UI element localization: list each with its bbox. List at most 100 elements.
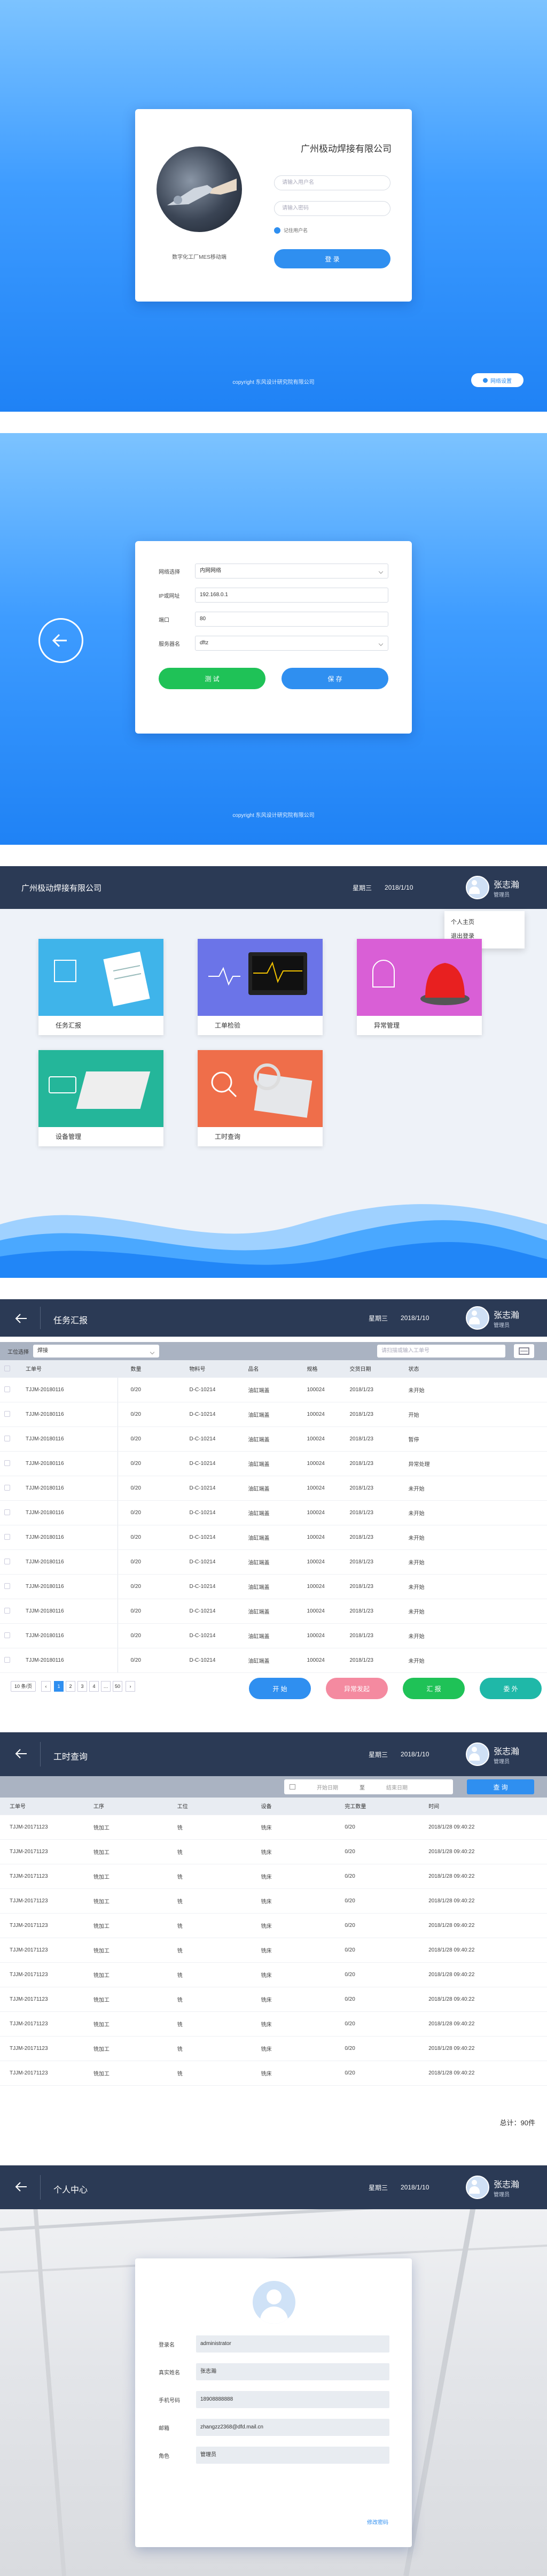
avatar[interactable] bbox=[466, 876, 489, 899]
page-button[interactable]: 50 bbox=[113, 1681, 122, 1692]
start-button[interactable]: 开 始 bbox=[249, 1678, 311, 1699]
outsource-button[interactable]: 委 外 bbox=[480, 1678, 542, 1699]
cell: 铣加工 bbox=[84, 1938, 168, 1962]
avatar[interactable] bbox=[466, 2176, 489, 2199]
row-checkbox[interactable] bbox=[4, 1436, 10, 1441]
remember-row[interactable]: 记住用户名 bbox=[274, 227, 308, 234]
cell: 100024 bbox=[303, 1377, 346, 1402]
cell: 油缸端盖 bbox=[244, 1476, 303, 1500]
table-row[interactable]: TJJM-20171123铣加工铣铣床0/202018/1/28 09:40:2… bbox=[0, 1962, 547, 1987]
user-info[interactable]: 张志瀚 管理员 bbox=[466, 876, 519, 899]
row-checkbox[interactable] bbox=[4, 1460, 10, 1466]
network-settings-button[interactable]: 网络设置 bbox=[471, 373, 523, 387]
table-row[interactable]: TJJM-201801160/20D-C-10214油缸端盖1000242018… bbox=[0, 1476, 547, 1500]
password-input[interactable]: 请输入密码 bbox=[274, 201, 390, 216]
page-button[interactable]: 2 bbox=[66, 1681, 75, 1692]
menu-profile[interactable]: 个人主页 bbox=[451, 915, 518, 929]
table-row[interactable]: TJJM-20171123铣加工铣铣床0/202018/1/28 09:40:2… bbox=[0, 1987, 547, 2011]
cell: 铣床 bbox=[252, 1839, 335, 1864]
cell: 100024 bbox=[303, 1599, 346, 1623]
scan-button[interactable] bbox=[514, 1344, 534, 1358]
table-row[interactable]: TJJM-20171123铣加工铣铣床0/202018/1/28 09:40:2… bbox=[0, 2011, 547, 2036]
prev-page-button[interactable]: ‹ bbox=[41, 1681, 51, 1692]
table-row[interactable]: TJJM-20171123铣加工铣铣床0/202018/1/28 09:40:2… bbox=[0, 1888, 547, 1913]
network-row-input[interactable]: dftz bbox=[195, 636, 388, 651]
table-row[interactable]: TJJM-201801160/20D-C-10214油缸端盖1000242018… bbox=[0, 1402, 547, 1426]
row-checkbox[interactable] bbox=[4, 1583, 10, 1589]
avatar[interactable] bbox=[466, 1306, 489, 1330]
user-info[interactable]: 张志瀚 管理员 bbox=[466, 1742, 519, 1766]
table-row[interactable]: TJJM-201801160/20D-C-10214油缸端盖1000242018… bbox=[0, 1377, 547, 1402]
table-row[interactable]: TJJM-201801160/20D-C-10214油缸端盖1000242018… bbox=[0, 1500, 547, 1525]
page-button[interactable]: 1 bbox=[54, 1681, 64, 1692]
user-info[interactable]: 张志瀚 管理员 bbox=[466, 2176, 519, 2199]
page-button[interactable]: 3 bbox=[77, 1681, 87, 1692]
network-row-input[interactable]: 内网网络 bbox=[195, 564, 388, 579]
table-row[interactable]: TJJM-201801160/20D-C-10214油缸端盖1000242018… bbox=[0, 1599, 547, 1623]
network-row-input[interactable]: 192.168.0.1 bbox=[195, 588, 388, 603]
back-button[interactable] bbox=[38, 618, 83, 663]
row-checkbox[interactable] bbox=[4, 1386, 10, 1392]
table-row[interactable]: TJJM-201801160/20D-C-10214油缸端盖1000242018… bbox=[0, 1623, 547, 1648]
row-checkbox[interactable] bbox=[4, 1657, 10, 1663]
table-row[interactable]: TJJM-20171123铣加工铣铣床0/202018/1/28 09:40:2… bbox=[0, 1913, 547, 1938]
username-input[interactable]: 请输入用户名 bbox=[274, 175, 390, 190]
equipment-tile[interactable]: 设备管理 bbox=[38, 1050, 163, 1146]
raise-exception-button[interactable]: 异常发起 bbox=[326, 1678, 388, 1699]
page-button[interactable]: … bbox=[101, 1681, 111, 1692]
row-checkbox[interactable] bbox=[4, 1534, 10, 1540]
table-row[interactable]: TJJM-20171123铣加工铣铣床0/202018/1/28 09:40:2… bbox=[0, 1864, 547, 1888]
table-row[interactable]: TJJM-20171123铣加工铣铣床0/202018/1/28 09:40:2… bbox=[0, 2036, 547, 2061]
table-row[interactable]: TJJM-201801160/20D-C-10214油缸端盖1000242018… bbox=[0, 1574, 547, 1599]
row-checkbox[interactable] bbox=[4, 1509, 10, 1515]
cell: 铣加工 bbox=[84, 2061, 168, 2085]
row-checkbox[interactable] bbox=[4, 1608, 10, 1614]
table-row[interactable]: TJJM-201801160/20D-C-10214油缸端盖1000242018… bbox=[0, 1525, 547, 1549]
test-button[interactable]: 测 试 bbox=[159, 668, 265, 689]
report-button[interactable]: 汇 报 bbox=[403, 1678, 465, 1699]
exception-tile[interactable]: 异常管理 bbox=[357, 939, 482, 1035]
table-row[interactable]: TJJM-20171123铣加工铣铣床0/202018/1/28 09:40:2… bbox=[0, 1839, 547, 1864]
page-size-select[interactable]: 10 条/页 bbox=[11, 1681, 36, 1692]
table-row[interactable]: TJJM-201801160/20D-C-10214油缸端盖1000242018… bbox=[0, 1648, 547, 1672]
order-inspection-tile[interactable]: 工单检验 bbox=[198, 939, 323, 1035]
cell: 2018/1/23 bbox=[346, 1500, 404, 1525]
table-row[interactable]: TJJM-20171123铣加工铣铣床0/202018/1/28 09:40:2… bbox=[0, 2061, 547, 2085]
save-button[interactable]: 保 存 bbox=[282, 668, 388, 689]
back-arrow-icon[interactable] bbox=[11, 1308, 32, 1329]
select-all-checkbox[interactable] bbox=[4, 1366, 10, 1371]
cell: 未开始 bbox=[404, 1623, 547, 1648]
row-checkbox[interactable] bbox=[4, 1632, 10, 1638]
table-row[interactable]: TJJM-20171123铣加工铣铣床0/202018/1/28 09:40:2… bbox=[0, 1938, 547, 1962]
user-info[interactable]: 张志瀚 管理员 bbox=[466, 1306, 519, 1330]
cell: 2018/1/23 bbox=[346, 1599, 404, 1623]
cell: 2018/1/23 bbox=[346, 1574, 404, 1599]
network-row-input[interactable]: 80 bbox=[195, 612, 388, 627]
table-row[interactable]: TJJM-201801160/20D-C-10214油缸端盖1000242018… bbox=[0, 1549, 547, 1574]
table-row[interactable]: TJJM-201801160/20D-C-10214油缸端盖1000242018… bbox=[0, 1426, 547, 1451]
next-page-button[interactable]: › bbox=[126, 1681, 135, 1692]
column-header: 工单号 bbox=[21, 1360, 118, 1377]
task-report-screen: 任务汇报 星期三 2018/1/10 张志瀚 管理员 工位选择 焊接 请扫描或输… bbox=[0, 1299, 547, 1711]
table-row[interactable]: TJJM-20171123铣加工铣铣床0/202018/1/28 09:40:2… bbox=[0, 1815, 547, 1839]
order-search-input[interactable]: 请扫描或输入工单号 bbox=[377, 1345, 505, 1358]
hours-query-tile[interactable]: 工时查询 bbox=[198, 1050, 323, 1146]
user-name: 张志瀚 bbox=[494, 877, 519, 890]
back-arrow-icon[interactable] bbox=[11, 1743, 32, 1764]
page-button[interactable]: 4 bbox=[89, 1681, 99, 1692]
row-checkbox[interactable] bbox=[4, 1485, 10, 1491]
cell: 铣 bbox=[168, 2036, 252, 2061]
row-checkbox[interactable] bbox=[4, 1411, 10, 1417]
back-arrow-icon[interactable] bbox=[11, 2176, 32, 2197]
query-button[interactable]: 查 询 bbox=[467, 1779, 534, 1794]
process-select[interactable]: 焊接 bbox=[33, 1345, 159, 1358]
end-date-input[interactable]: 结束日期 bbox=[370, 1783, 424, 1791]
row-checkbox[interactable] bbox=[4, 1559, 10, 1564]
change-password-link[interactable]: 修改密码 bbox=[367, 2518, 388, 2526]
login-button[interactable]: 登 录 bbox=[274, 249, 390, 268]
task-report-tile[interactable]: 任务汇报 bbox=[38, 939, 163, 1035]
table-row[interactable]: TJJM-201801160/20D-C-10214油缸端盖1000242018… bbox=[0, 1451, 547, 1476]
remember-radio[interactable] bbox=[274, 227, 280, 234]
avatar[interactable] bbox=[466, 1742, 489, 1766]
start-date-input[interactable]: 开始日期 bbox=[301, 1783, 354, 1791]
